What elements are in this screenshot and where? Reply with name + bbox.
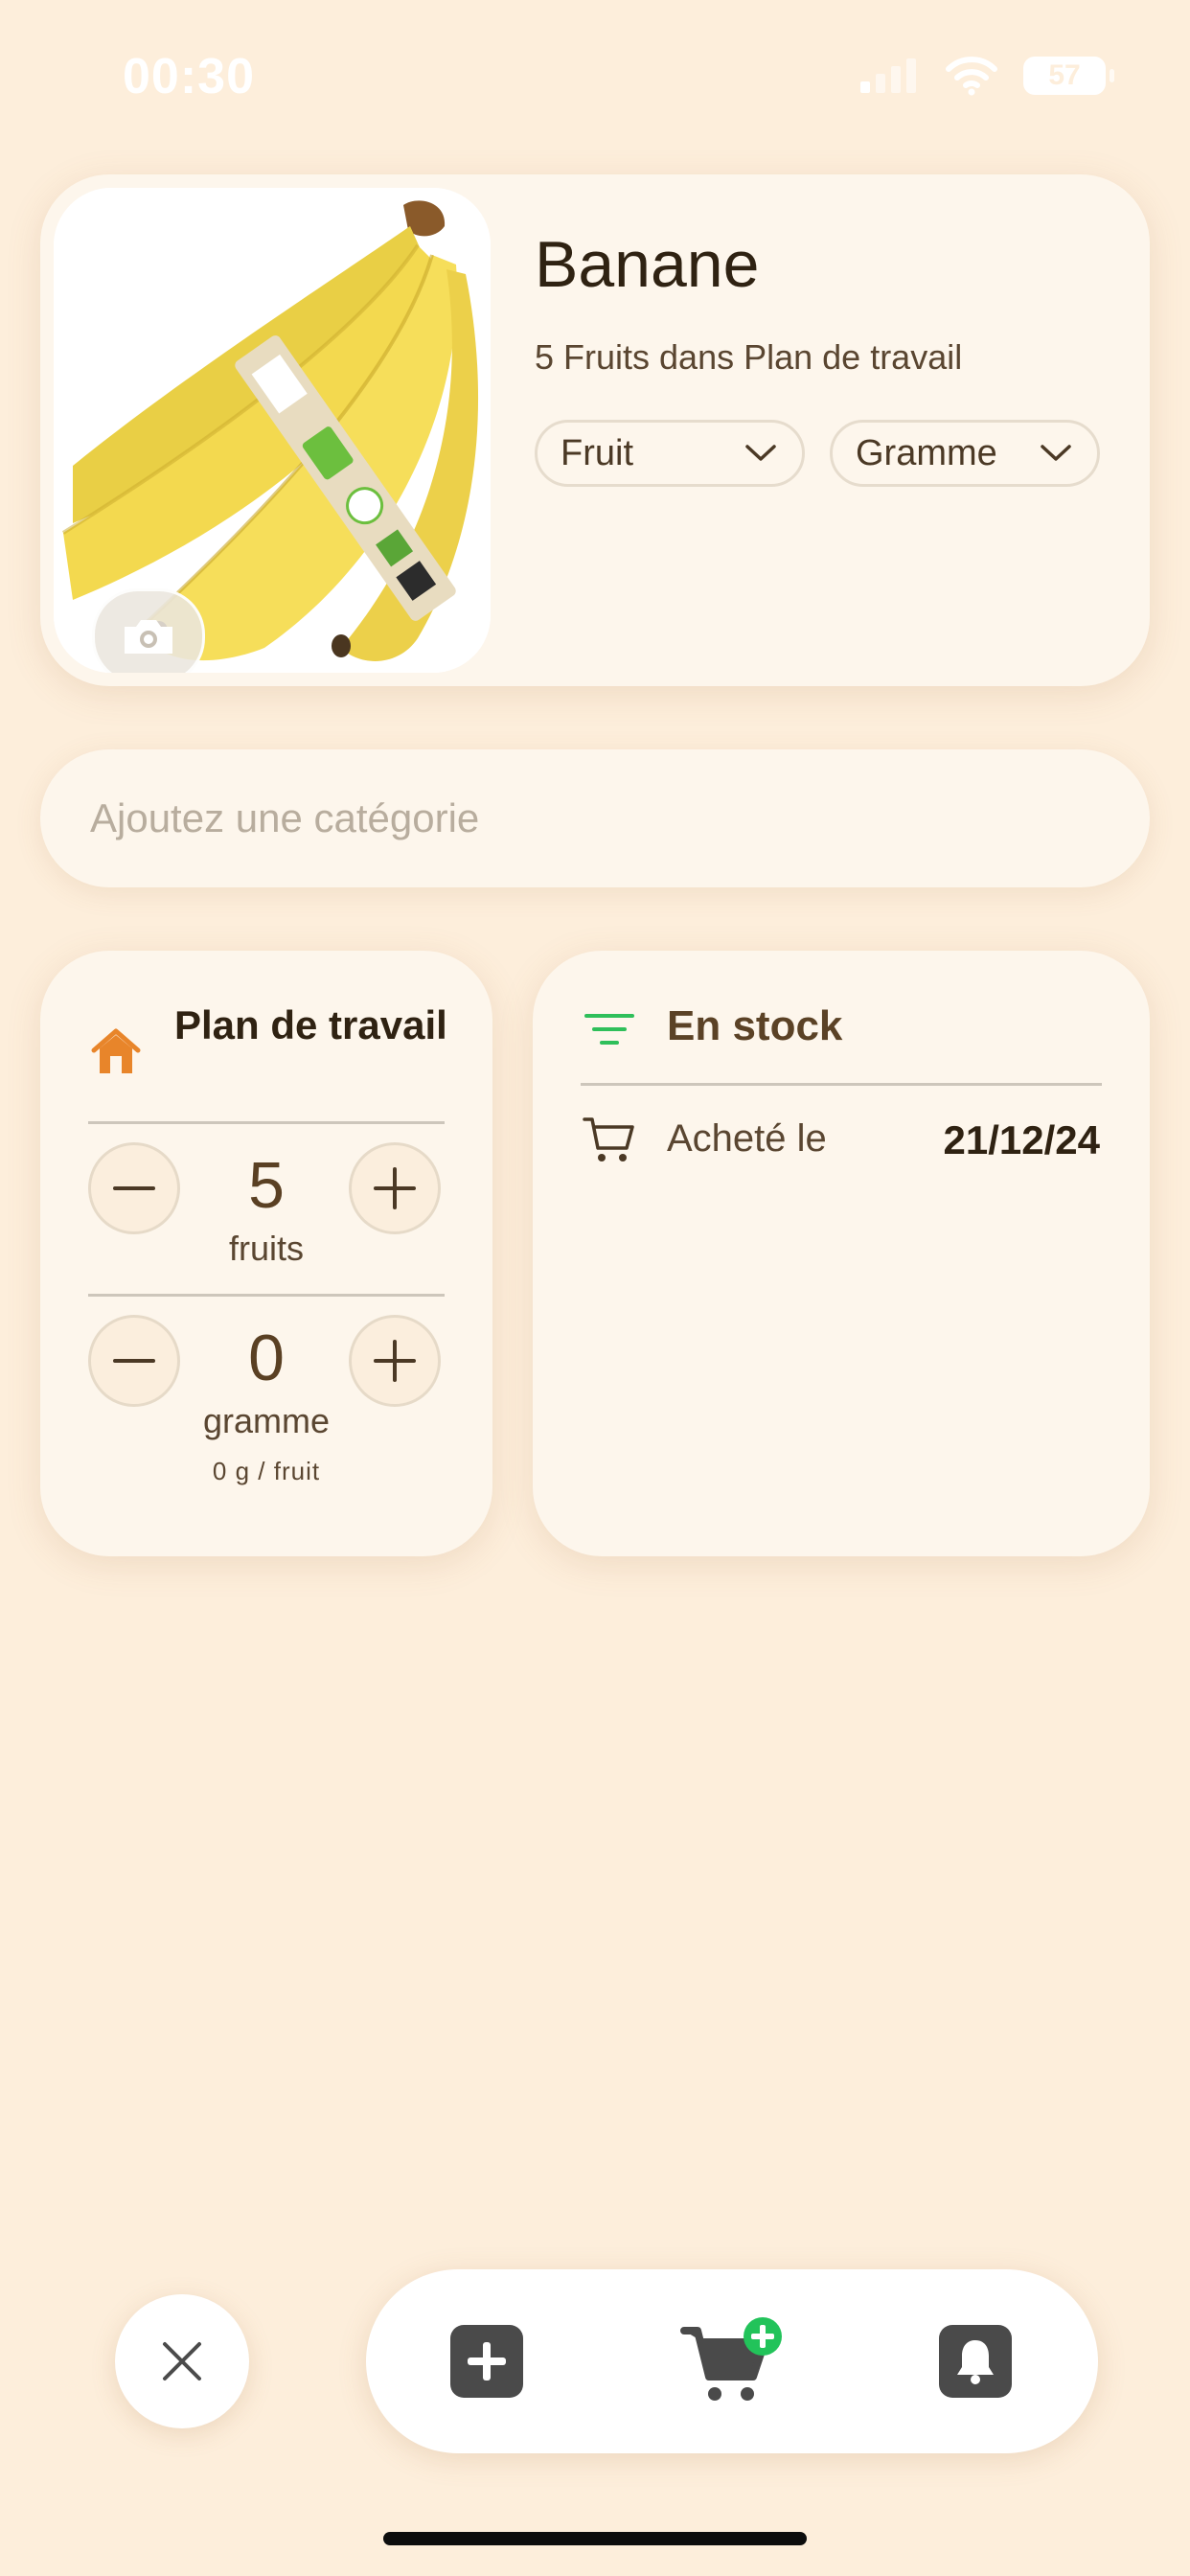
add-square-icon — [450, 2325, 523, 2398]
divider — [88, 1121, 445, 1124]
cart-icon — [583, 1117, 634, 1162]
wifi-icon — [946, 57, 997, 96]
minus-icon — [113, 1186, 155, 1190]
chevron-down-icon — [745, 445, 776, 461]
product-location-summary: 5 Fruits dans Plan de travail — [535, 337, 963, 377]
camera-button[interactable] — [92, 588, 205, 673]
close-button[interactable] — [115, 2294, 249, 2428]
weight-unit: gramme — [202, 1401, 331, 1440]
chevron-down-icon — [1041, 445, 1071, 461]
unit-select[interactable]: Gramme — [830, 420, 1100, 487]
location-card: Plan de travail 5 fruits 0 gramme 0 g / … — [40, 951, 492, 1556]
type-select[interactable]: Fruit — [535, 420, 805, 487]
reminder-button[interactable] — [939, 2325, 1012, 2403]
count-value: 5 — [248, 1149, 285, 1222]
battery-indicator: 57 — [1023, 57, 1114, 95]
product-photo[interactable] — [54, 188, 491, 673]
purchase-date-value[interactable]: 21/12/24 — [944, 1117, 1101, 1163]
close-icon — [163, 2342, 201, 2380]
home-icon — [91, 1028, 141, 1073]
weight-increment-button[interactable] — [349, 1315, 441, 1407]
plus-icon — [374, 1167, 416, 1209]
count-unit: fruits — [228, 1229, 304, 1268]
weight-per-unit-ratio: 0 g / fruit — [212, 1457, 321, 1485]
status-time: 00:30 — [123, 49, 255, 104]
type-select-value: Fruit — [561, 432, 633, 473]
add-button[interactable] — [450, 2325, 523, 2403]
cart-plus-icon — [680, 2317, 782, 2401]
product-name: Banane — [535, 228, 760, 301]
location-title: Plan de travail — [174, 1002, 447, 1047]
divider — [581, 1083, 1102, 1086]
plus-icon — [374, 1340, 416, 1382]
weight-decrement-button[interactable] — [88, 1315, 180, 1407]
category-input[interactable]: Ajoutez une catégorie — [40, 749, 1150, 887]
filter-lines-icon — [584, 1014, 634, 1045]
add-to-cart-button[interactable] — [680, 2317, 788, 2410]
count-decrement-button[interactable] — [88, 1142, 180, 1234]
status-icons: 57 — [858, 56, 1114, 96]
stock-status[interactable]: En stock — [667, 1002, 842, 1050]
action-bar — [366, 2269, 1098, 2453]
stock-card: En stock Acheté le 21/12/24 — [533, 951, 1150, 1556]
product-card: Banane 5 Fruits dans Plan de travail Fru… — [40, 174, 1150, 686]
bell-icon — [939, 2325, 1012, 2398]
purchase-date-label: Acheté le — [667, 1117, 827, 1160]
camera-icon — [125, 620, 172, 654]
minus-icon — [113, 1359, 155, 1363]
divider — [88, 1294, 445, 1297]
count-increment-button[interactable] — [349, 1142, 441, 1234]
home-indicator — [383, 2532, 807, 2545]
weight-value: 0 — [248, 1322, 285, 1394]
unit-select-value: Gramme — [856, 432, 997, 473]
cellular-signal-icon — [860, 58, 916, 93]
